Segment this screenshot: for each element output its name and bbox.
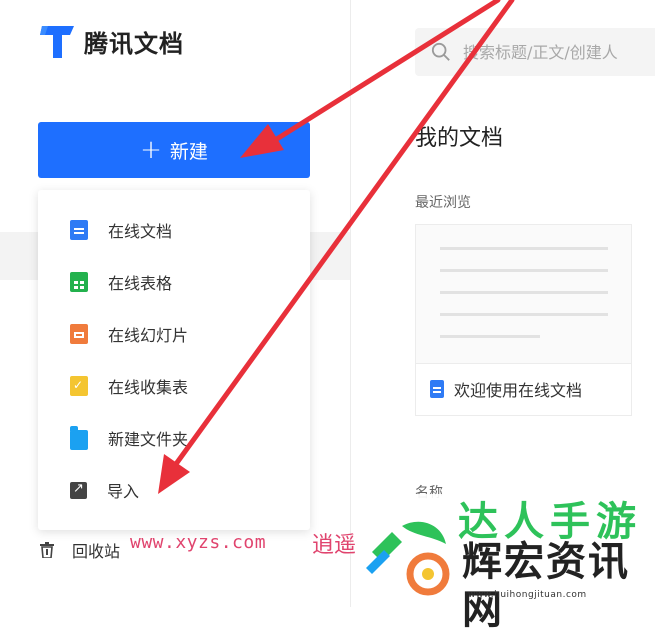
menu-item-online-doc[interactable]: 在线文档 — [38, 204, 310, 256]
doc-icon — [430, 380, 444, 398]
form-icon — [70, 376, 88, 396]
import-icon — [70, 481, 87, 499]
watermark-logo-icon — [366, 521, 450, 596]
page-title: 我的文档 — [415, 126, 504, 151]
sidebar-item-trash[interactable]: 回收站 — [40, 538, 120, 562]
menu-item-new-folder[interactable]: 新建文件夹 — [38, 412, 310, 464]
slide-icon — [70, 324, 88, 344]
new-button-label: 新建 — [169, 140, 208, 163]
recent-doc-card[interactable]: 欢迎使用在线文档 — [415, 224, 632, 416]
app-logo[interactable]: 腾讯文档 — [40, 22, 184, 60]
new-dropdown-menu: 在线文档 在线表格 在线幻灯片 在线收集表 新建文件夹 导入 — [38, 190, 310, 530]
tencent-docs-logo-icon — [40, 26, 74, 58]
menu-item-label: 新建文件夹 — [108, 430, 189, 449]
watermark-main-text: 辉宏资讯网 — [462, 539, 630, 633]
menu-item-online-form[interactable]: 在线收集表 — [38, 360, 310, 412]
plus-icon: + — [140, 135, 162, 165]
menu-item-label: 在线表格 — [108, 274, 173, 293]
menu-item-label: 在线文档 — [108, 222, 173, 241]
sidebar: 腾讯文档 + 新建 在线文档 在线表格 在线幻灯片 在线收集表 新建文件夹 导入 — [0, 0, 351, 607]
trash-icon — [40, 542, 54, 558]
menu-item-label: 导入 — [107, 482, 140, 501]
menu-item-label: 在线幻灯片 — [108, 326, 189, 345]
watermark-site-url: www.huihongjituan.com — [468, 590, 587, 600]
menu-item-online-sheet[interactable]: 在线表格 — [38, 256, 310, 308]
app-name: 腾讯文档 — [84, 29, 184, 58]
sheet-icon — [70, 272, 88, 292]
search-bar[interactable] — [415, 28, 655, 76]
doc-thumbnail — [416, 225, 631, 364]
menu-item-label: 在线收集表 — [108, 378, 189, 397]
search-input[interactable] — [461, 41, 655, 63]
recent-doc-title: 欢迎使用在线文档 — [454, 381, 583, 400]
menu-item-import[interactable]: 导入 — [38, 464, 310, 516]
search-icon — [431, 42, 450, 61]
doc-icon — [70, 220, 88, 240]
watermark-cn: 逍遥 — [312, 533, 357, 558]
folder-icon — [70, 426, 88, 450]
menu-item-online-slide[interactable]: 在线幻灯片 — [38, 308, 310, 360]
watermark-url: www.xyzs.com — [130, 532, 267, 553]
recent-section-label: 最近浏览 — [415, 195, 471, 211]
new-button[interactable]: + 新建 — [38, 122, 310, 178]
trash-label: 回收站 — [72, 542, 121, 561]
